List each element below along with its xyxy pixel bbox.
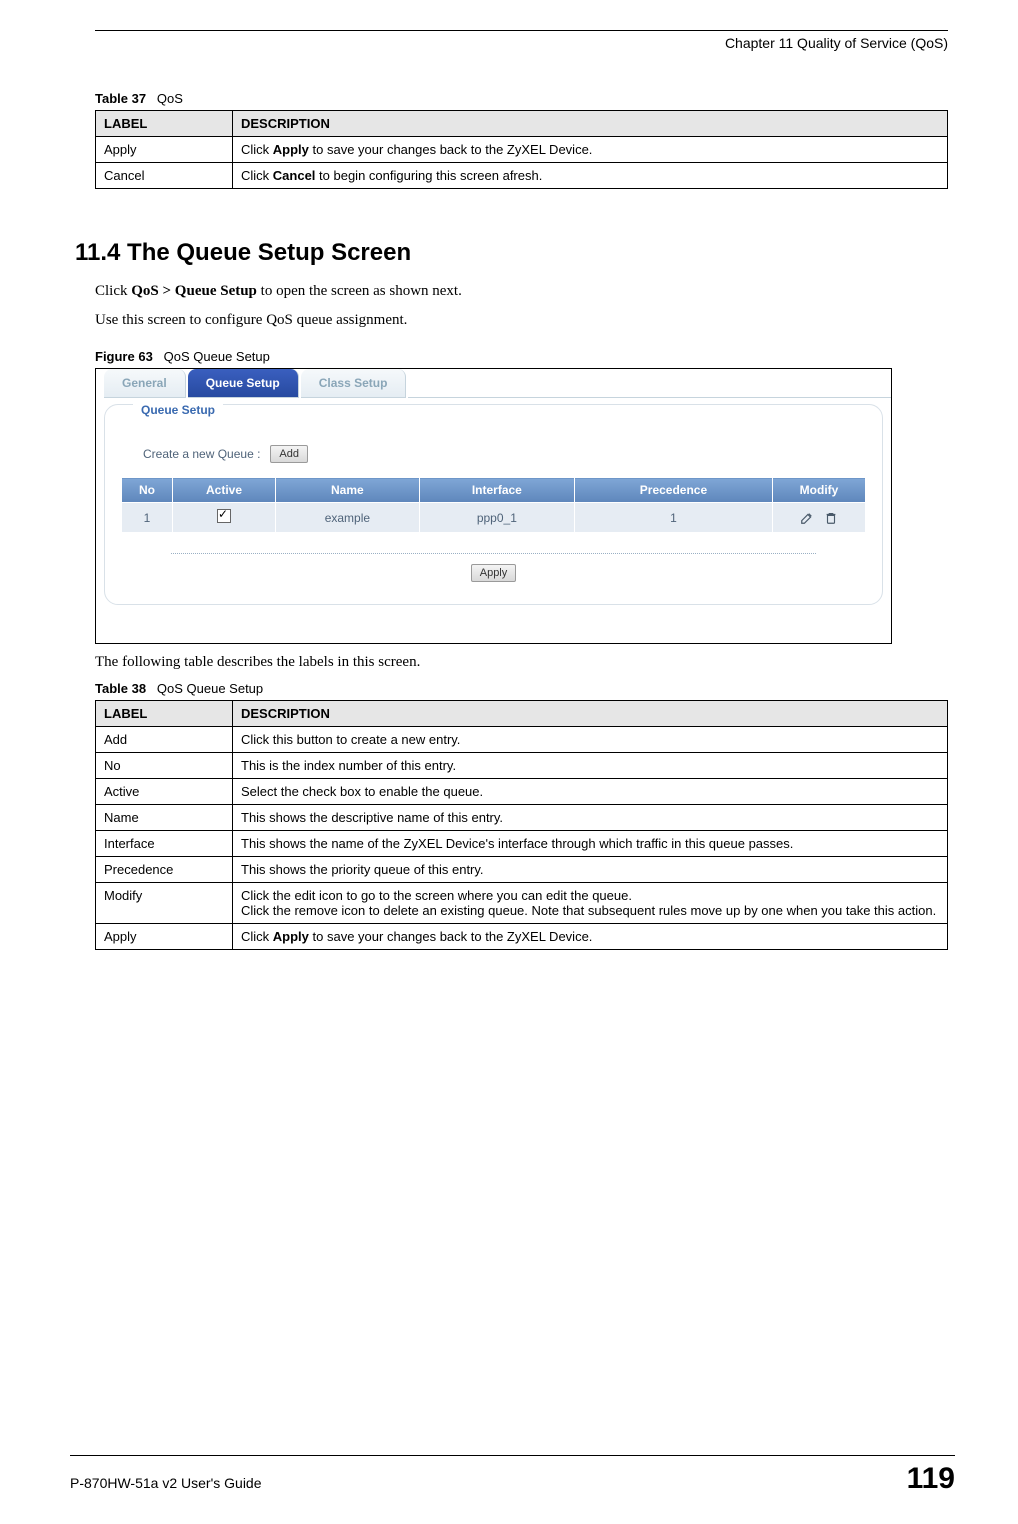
qhead-modify: Modify [773,478,866,503]
edit-icon[interactable] [800,511,814,525]
qhead-interface: Interface [419,478,574,503]
cell-desc: This shows the priority queue of this en… [233,857,948,883]
table-row: Interface This shows the name of the ZyX… [96,831,948,857]
table37-head-desc: DESCRIPTION [233,111,948,137]
tab-queue-setup[interactable]: Queue Setup [188,369,299,398]
cell-desc: Click Apply to save your changes back to… [233,137,948,163]
cell-label: Active [96,779,233,805]
cell-desc: Click Cancel to begin configuring this s… [233,163,948,189]
qhead-no: No [122,478,173,503]
tab-bar: General Queue Setup Class Setup [96,369,891,398]
qcell-active [173,503,276,533]
table-row: Precedence This shows the priority queue… [96,857,948,883]
qcell-name: example [276,503,420,533]
table37-caption: Table 37 QoS [95,91,948,106]
apply-button[interactable]: Apply [471,564,517,582]
footer-guide: P-870HW-51a v2 User's Guide [70,1475,262,1491]
cell-label: Modify [96,883,233,924]
delete-icon[interactable] [824,511,838,525]
table38-caption-prefix: Table 38 [95,681,146,696]
cell-desc: Click Apply to save your changes back to… [233,924,948,950]
cell-label: Add [96,727,233,753]
qcell-precedence: 1 [574,503,772,533]
create-label: Create a new Queue : [143,447,260,461]
queue-table: No Active Name Interface Precedence Modi… [121,477,866,533]
cell-label: No [96,753,233,779]
cell-desc: Select the check box to enable the queue… [233,779,948,805]
table-row: No This is the index number of this entr… [96,753,948,779]
table38-head-label: LABEL [96,701,233,727]
section-p2: Use this screen to configure QoS queue a… [95,310,948,331]
table-row: Name This shows the descriptive name of … [96,805,948,831]
table38-caption-title: QoS Queue Setup [157,681,263,696]
table38-head-desc: DESCRIPTION [233,701,948,727]
cell-label: Apply [96,137,233,163]
section-title: 11.4 The Queue Setup Screen [75,239,948,267]
figure63-caption-title: QoS Queue Setup [164,349,270,364]
chapter-title: Chapter 11 Quality of Service (QoS) [95,35,948,51]
cell-desc: This is the index number of this entry. [233,753,948,779]
table38-caption: Table 38 QoS Queue Setup [95,681,948,696]
cell-label: Name [96,805,233,831]
table-row: Apply Click Apply to save your changes b… [96,924,948,950]
qcell-no: 1 [122,503,173,533]
cell-label: Precedence [96,857,233,883]
section-p1: Click QoS > Queue Setup to open the scre… [95,281,948,302]
cell-desc: This shows the name of the ZyXEL Device'… [233,831,948,857]
post-figure-text: The following table describes the labels… [95,652,948,673]
table37-head-label: LABEL [96,111,233,137]
cell-desc: This shows the descriptive name of this … [233,805,948,831]
table-row: Active Select the check box to enable th… [96,779,948,805]
table-row: Cancel Click Cancel to begin configuring… [96,163,948,189]
cell-label: Cancel [96,163,233,189]
screenshot: General Queue Setup Class Setup Queue Se… [95,368,892,644]
table-row: Apply Click Apply to save your changes b… [96,137,948,163]
footer: P-870HW-51a v2 User's Guide 119 [70,1455,955,1496]
tab-general[interactable]: General [104,369,186,398]
figure63-caption: Figure 63 QoS Queue Setup [95,349,948,364]
cell-desc: Click this button to create a new entry. [233,727,948,753]
table37: LABEL DESCRIPTION Apply Click Apply to s… [95,110,948,189]
active-checkbox[interactable] [217,509,231,523]
qcell-interface: ppp0_1 [419,503,574,533]
panel-title: Queue Setup [133,403,223,417]
table-row: Add Click this button to create a new en… [96,727,948,753]
tab-class-setup[interactable]: Class Setup [301,369,407,398]
add-button[interactable]: Add [270,445,308,463]
table-row: Modify Click the edit icon to go to the … [96,883,948,924]
cell-label: Apply [96,924,233,950]
cell-desc: Click the edit icon to go to the screen … [233,883,948,924]
queue-row: 1 example ppp0_1 1 [122,503,866,533]
table38: LABEL DESCRIPTION Add Click this button … [95,700,948,950]
qcell-modify [773,503,866,533]
table37-caption-title: QoS [157,91,183,106]
divider [171,553,816,554]
qhead-active: Active [173,478,276,503]
figure63-caption-prefix: Figure 63 [95,349,153,364]
page-number: 119 [907,1462,955,1496]
cell-label: Interface [96,831,233,857]
qhead-name: Name [276,478,420,503]
qhead-precedence: Precedence [574,478,772,503]
table37-caption-prefix: Table 37 [95,91,146,106]
